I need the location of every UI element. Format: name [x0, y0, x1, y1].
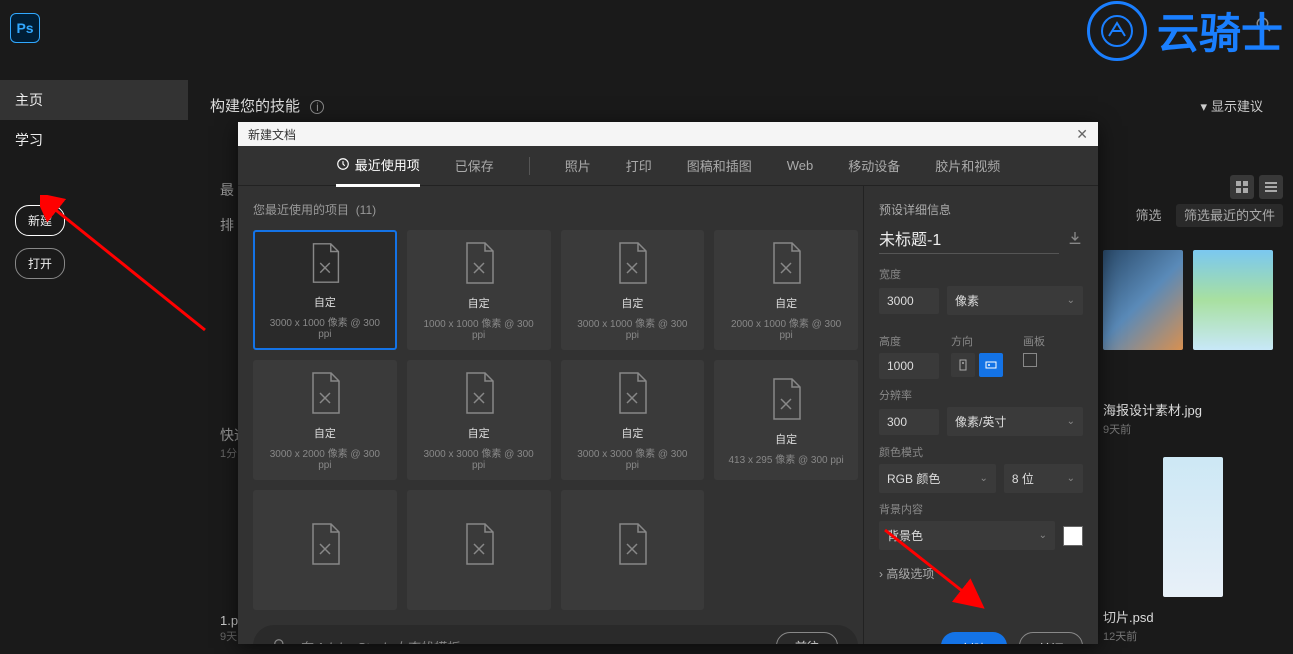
tab-photo[interactable]: 照片 — [565, 146, 591, 185]
main-title: 构建您的技能 — [210, 98, 300, 115]
preset-name: 自定 — [775, 295, 797, 311]
preset-size: 3000 x 3000 像素 @ 300 ppi — [416, 445, 542, 471]
color-depth-select[interactable]: 8 位⌄ — [1004, 464, 1083, 493]
preset-card[interactable] — [561, 490, 705, 610]
presets-count: (11) — [356, 203, 376, 217]
preset-name: 自定 — [621, 295, 643, 311]
width-input[interactable] — [879, 288, 939, 314]
recent-file-time: 9天前 — [1103, 421, 1283, 437]
search-icon[interactable] — [1255, 16, 1273, 39]
recent-file-time: 9天 — [220, 628, 238, 644]
stock-go-button[interactable]: 前往 — [776, 632, 838, 645]
recent-file-name[interactable]: 海报设计素材.jpg — [1103, 400, 1283, 419]
background-color-swatch[interactable] — [1063, 526, 1083, 546]
new-button[interactable]: 新建 — [15, 205, 65, 236]
background-label: 背景内容 — [879, 501, 1083, 517]
recent-file-time: 12天前 — [1103, 628, 1283, 644]
preset-card[interactable]: 自定 1000 x 1000 像素 @ 300 ppi — [407, 230, 551, 350]
resolution-unit-select[interactable]: 像素/英寸⌄ — [947, 407, 1083, 436]
orientation-portrait-button[interactable] — [951, 353, 975, 377]
recent-thumb[interactable] — [1163, 457, 1223, 597]
resolution-label: 分辨率 — [879, 387, 1083, 403]
tab-print[interactable]: 打印 — [626, 146, 652, 185]
preset-size: 3000 x 3000 像素 @ 300 ppi — [570, 445, 696, 471]
color-mode-select[interactable]: RGB 颜色⌄ — [879, 464, 996, 493]
info-icon[interactable]: i — [310, 100, 324, 114]
preset-card[interactable]: 自定 3000 x 1000 像素 @ 300 ppi — [253, 230, 397, 350]
details-header: 预设详细信息 — [879, 201, 1083, 218]
advanced-options-toggle[interactable]: › 高级选项 — [879, 565, 1083, 582]
preset-card[interactable]: 自定 413 x 295 像素 @ 300 ppi — [714, 360, 858, 480]
tab-web[interactable]: Web — [787, 148, 814, 183]
preset-size: 2000 x 1000 像素 @ 300 ppi — [723, 315, 849, 341]
background-select[interactable]: 背景色⌄ — [879, 521, 1055, 550]
show-hint-toggle[interactable]: ▾显示建议 — [1200, 96, 1263, 115]
preset-card[interactable]: 自定 2000 x 1000 像素 @ 300 ppi — [714, 230, 858, 350]
preset-name: 自定 — [775, 431, 797, 447]
recent-file-name[interactable]: 切片.psd — [1103, 607, 1283, 626]
close-icon[interactable]: ✕ — [1076, 126, 1088, 143]
presets-header-label: 您最近使用的项目 — [253, 203, 349, 217]
tab-saved[interactable]: 已保存 — [455, 146, 494, 185]
sidebar-item-home[interactable]: 主页 — [0, 80, 188, 120]
close-button[interactable]: 关闭 — [1019, 632, 1083, 644]
preset-name: 自定 — [468, 425, 490, 441]
stock-search-input[interactable]: 在 Adobe Stock 上查找模板 — [299, 637, 764, 645]
tab-film[interactable]: 胶片和视频 — [935, 146, 1000, 185]
preset-size: 413 x 295 像素 @ 300 ppi — [729, 451, 844, 466]
preset-name: 自定 — [468, 295, 490, 311]
tab-mobile[interactable]: 移动设备 — [848, 146, 900, 185]
recent-file-name[interactable]: 1.p — [220, 613, 238, 628]
download-icon[interactable] — [1067, 230, 1083, 251]
tab-recent[interactable]: 最近使用项 — [336, 145, 420, 187]
preset-size: 3000 x 1000 像素 @ 300 ppi — [263, 314, 387, 340]
search-icon — [273, 638, 287, 645]
create-button[interactable]: 创建 — [941, 632, 1007, 644]
preset-card[interactable]: 自定 3000 x 2000 像素 @ 300 ppi — [253, 360, 397, 480]
color-mode-label: 颜色模式 — [879, 444, 1083, 460]
width-unit-select[interactable]: 像素⌄ — [947, 286, 1083, 315]
dialog-title: 新建文档 — [248, 126, 296, 143]
new-document-dialog: 新建文档 ✕ 最近使用项 已保存 照片 打印 图稿和插图 Web 移动设备 胶片… — [238, 122, 1098, 644]
preset-name: 自定 — [314, 425, 336, 441]
orientation-landscape-button[interactable] — [979, 353, 1003, 377]
resolution-input[interactable] — [879, 409, 939, 435]
width-label: 宽度 — [879, 266, 1083, 282]
preset-card[interactable] — [253, 490, 397, 610]
artboard-label: 画板 — [1023, 333, 1083, 349]
recent-thumb[interactable] — [1193, 250, 1273, 350]
sidebar-item-learn[interactable]: 学习 — [0, 120, 188, 160]
recent-thumb[interactable] — [1103, 250, 1183, 350]
preset-card[interactable]: 自定 3000 x 3000 像素 @ 300 ppi — [407, 360, 551, 480]
open-button[interactable]: 打开 — [15, 248, 65, 279]
preset-card[interactable]: 自定 3000 x 3000 像素 @ 300 ppi — [561, 360, 705, 480]
orientation-label: 方向 — [951, 333, 1011, 349]
preset-card[interactable] — [407, 490, 551, 610]
height-label: 高度 — [879, 333, 939, 349]
preset-size: 1000 x 1000 像素 @ 300 ppi — [416, 315, 542, 341]
height-input[interactable] — [879, 353, 939, 379]
filter-label: 筛选 — [1136, 208, 1162, 223]
preset-name: 自定 — [314, 294, 336, 310]
artboard-checkbox[interactable] — [1023, 353, 1037, 367]
tab-art[interactable]: 图稿和插图 — [687, 146, 752, 185]
preset-name: 自定 — [621, 425, 643, 441]
view-list-button[interactable] — [1259, 175, 1283, 199]
preset-size: 3000 x 1000 像素 @ 300 ppi — [570, 315, 696, 341]
app-logo: Ps — [10, 13, 40, 43]
preset-card[interactable]: 自定 3000 x 1000 像素 @ 300 ppi — [561, 230, 705, 350]
view-grid-button[interactable] — [1230, 175, 1254, 199]
preset-size: 3000 x 2000 像素 @ 300 ppi — [262, 445, 388, 471]
document-name-input[interactable]: 未标题-1 — [879, 226, 1059, 254]
filter-recent-input[interactable]: 筛选最近的文件 — [1176, 204, 1283, 227]
